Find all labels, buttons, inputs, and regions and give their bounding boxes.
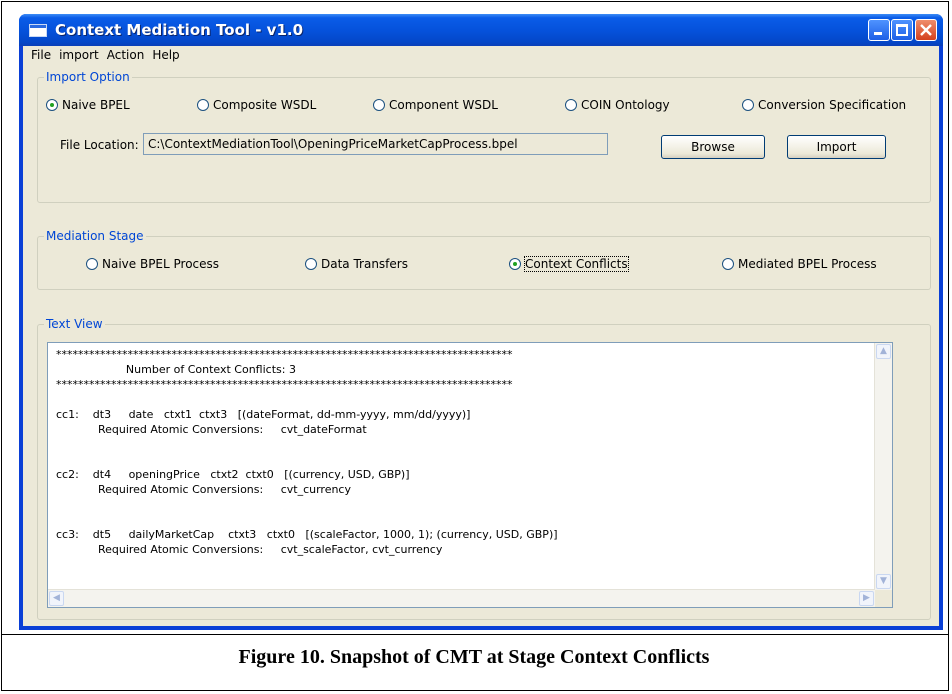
radio-label: Naive BPEL bbox=[62, 98, 130, 112]
radio-label: Component WSDL bbox=[389, 98, 498, 112]
radio-naive-bpel[interactable]: Naive BPEL bbox=[46, 98, 130, 112]
menu-import[interactable]: import bbox=[55, 46, 103, 64]
radio-label: Composite WSDL bbox=[213, 98, 317, 112]
radio-indicator bbox=[565, 99, 577, 111]
radio-context-conflicts[interactable]: Context Conflicts bbox=[509, 256, 629, 272]
text-view-legend: Text View bbox=[44, 317, 105, 331]
radio-label: COIN Ontology bbox=[581, 98, 670, 112]
browse-button[interactable]: Browse bbox=[661, 135, 765, 159]
radio-indicator bbox=[305, 258, 317, 270]
import-option-group: Import Option Naive BPEL Composite WSDL … bbox=[37, 70, 931, 203]
file-location-field[interactable]: C:\ContextMediationTool\OpeningPriceMark… bbox=[143, 133, 608, 155]
app-window-icon bbox=[29, 24, 47, 37]
radio-component-wsdl[interactable]: Component WSDL bbox=[373, 98, 498, 112]
radio-indicator bbox=[722, 258, 734, 270]
scroll-left-button[interactable]: ◀ bbox=[49, 591, 64, 606]
close-icon bbox=[920, 24, 932, 36]
client-area: File import Action Help Import Option Na… bbox=[23, 46, 939, 626]
title-bar[interactable]: Context Mediation Tool - v1.0 bbox=[19, 14, 943, 46]
radio-mediated-bpel-process[interactable]: Mediated BPEL Process bbox=[722, 257, 877, 271]
radio-label: Data Transfers bbox=[321, 257, 408, 271]
radio-label: Naive BPEL Process bbox=[102, 257, 220, 271]
text-view-content: ****************************************… bbox=[56, 348, 558, 556]
radio-label: Mediated BPEL Process bbox=[738, 257, 877, 271]
import-button[interactable]: Import bbox=[787, 135, 886, 159]
horizontal-scrollbar[interactable]: ◀ ▶ bbox=[48, 589, 875, 607]
radio-indicator bbox=[197, 99, 209, 111]
caption-separator bbox=[1, 634, 949, 635]
import-option-legend: Import Option bbox=[44, 70, 132, 84]
menu-file[interactable]: File bbox=[27, 46, 55, 64]
menu-help[interactable]: Help bbox=[148, 46, 183, 64]
scroll-right-button[interactable]: ▶ bbox=[859, 591, 874, 606]
radio-coin-ontology[interactable]: COIN Ontology bbox=[565, 98, 670, 112]
text-view-group: Text View ******************************… bbox=[37, 317, 931, 620]
maximize-button[interactable] bbox=[891, 19, 913, 41]
radio-data-transfers[interactable]: Data Transfers bbox=[305, 257, 408, 271]
close-button[interactable] bbox=[915, 19, 937, 41]
vertical-scrollbar[interactable]: ▲ ▼ bbox=[874, 343, 892, 590]
figure-caption: Figure 10. Snapshot of CMT at Stage Cont… bbox=[238, 646, 710, 668]
scrollbar-corner bbox=[875, 590, 892, 607]
text-view-area[interactable]: ****************************************… bbox=[47, 342, 893, 608]
radio-indicator bbox=[46, 99, 58, 111]
scroll-down-button[interactable]: ▼ bbox=[876, 574, 891, 589]
radio-indicator bbox=[509, 258, 521, 270]
radio-naive-bpel-process[interactable]: Naive BPEL Process bbox=[86, 257, 219, 271]
radio-indicator bbox=[86, 258, 98, 270]
mediation-stage-group: Mediation Stage Naive BPEL Process Data … bbox=[37, 229, 931, 290]
radio-composite-wsdl[interactable]: Composite WSDL bbox=[197, 98, 316, 112]
minimize-button[interactable] bbox=[868, 19, 890, 41]
window-title: Context Mediation Tool - v1.0 bbox=[55, 21, 304, 39]
scroll-up-button[interactable]: ▲ bbox=[876, 344, 891, 359]
radio-conversion-specification[interactable]: Conversion Specification bbox=[742, 98, 906, 112]
mediation-stage-legend: Mediation Stage bbox=[44, 229, 146, 243]
file-location-label: File Location: bbox=[60, 138, 139, 152]
menu-action[interactable]: Action bbox=[103, 46, 149, 64]
radio-label: Conversion Specification bbox=[758, 98, 907, 112]
menu-bar: File import Action Help bbox=[23, 46, 939, 64]
radio-label: Context Conflicts bbox=[524, 256, 629, 272]
app-window: Context Mediation Tool - v1.0 File impor… bbox=[19, 14, 943, 630]
radio-indicator bbox=[373, 99, 385, 111]
radio-indicator bbox=[742, 99, 754, 111]
